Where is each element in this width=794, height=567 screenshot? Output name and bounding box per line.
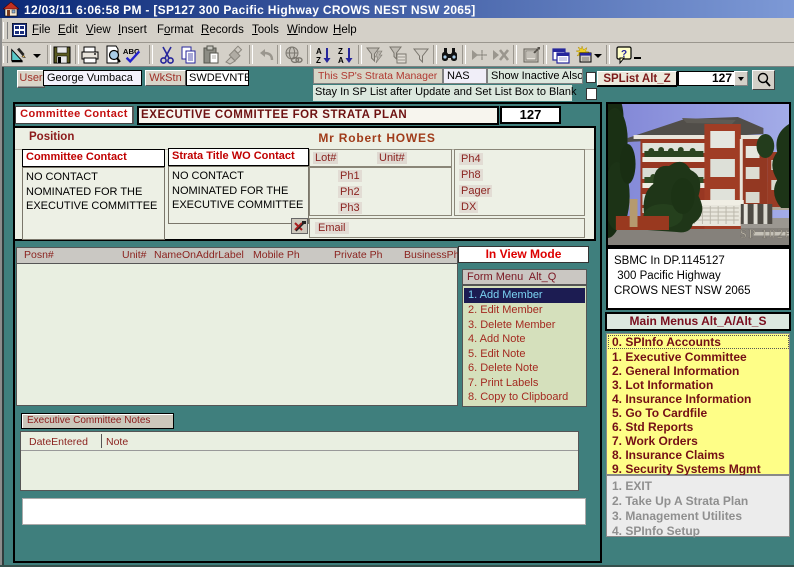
- svg-text:SP 1026: SP 1026: [740, 227, 789, 241]
- svg-text:A: A: [338, 56, 344, 65]
- svg-text:Z: Z: [338, 47, 343, 56]
- svg-text:?: ?: [621, 49, 627, 60]
- svg-text:Z: Z: [316, 56, 321, 65]
- svg-text:A: A: [316, 47, 322, 56]
